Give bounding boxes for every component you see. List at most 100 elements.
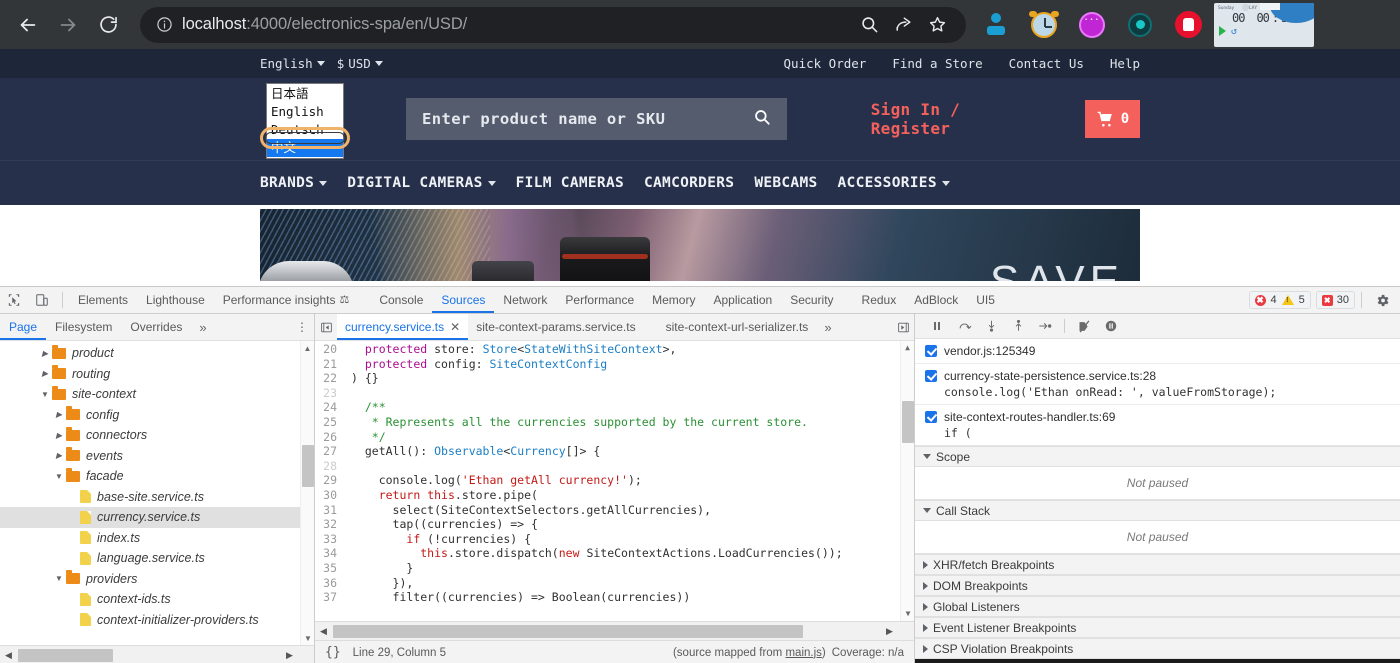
issues-badge[interactable]: ✖ 4 5 (1248, 291, 1311, 309)
tab-network[interactable]: Network (494, 287, 556, 313)
currency-selector[interactable]: $ USD (337, 56, 383, 71)
chevron-right-icon[interactable]: ▶ (52, 410, 66, 419)
line-number[interactable]: 28 (315, 459, 345, 474)
tab-lighthouse[interactable]: Lighthouse (137, 287, 214, 313)
address-bar[interactable]: localhost:4000/electronics-spa/en/USD/ (140, 6, 966, 43)
search-input[interactable]: Enter product name or SKU (406, 98, 787, 140)
breakpoint-item[interactable]: site-context-routes-handler.ts:69 if ( (915, 405, 1400, 445)
source-map-link[interactable]: main.js (785, 647, 821, 659)
editor-tab-currency-service[interactable]: currency.service.ts ✕ (337, 314, 469, 340)
chevron-down-icon[interactable]: ▼ (52, 472, 66, 481)
line-number[interactable]: 22 (315, 371, 345, 386)
chevron-right-icon[interactable]: ▶ (52, 451, 66, 460)
play-icon[interactable] (1219, 26, 1226, 36)
line-number[interactable]: 30 (315, 488, 345, 503)
line-number[interactable]: 25 (315, 415, 345, 430)
widget-controls[interactable]: ↺ (1214, 25, 1314, 38)
chevron-right-icon[interactable]: ▶ (38, 369, 52, 378)
pretty-print-icon[interactable]: {} (325, 645, 341, 660)
sign-in-register-link[interactable]: Sign In / Register (871, 100, 1047, 138)
alarm-clock-extension-icon[interactable] (1020, 3, 1068, 47)
line-number[interactable]: 26 (315, 430, 345, 445)
hscroll-right-icon[interactable]: ▶ (881, 626, 898, 637)
tab-performance-insights[interactable]: Performance insights ⚖ (214, 287, 359, 313)
code-view[interactable]: 20 protected store: Store<StateWithSiteC… (315, 341, 914, 621)
debugger-section-header[interactable]: Event Listener Breakpoints (915, 617, 1400, 638)
nav-item-brands[interactable]: BRANDS (260, 175, 328, 191)
editor-more-tabs-icon[interactable]: » (816, 320, 839, 335)
tree-folder-row[interactable]: ▶ connectors (0, 425, 314, 446)
tree-folder-row[interactable]: ▶ routing (0, 364, 314, 385)
navtab-filesystem[interactable]: Filesystem (46, 314, 121, 340)
pause-script-icon[interactable] (925, 314, 949, 338)
tab-application[interactable]: Application (704, 287, 781, 313)
line-number[interactable]: 34 (315, 546, 345, 561)
search-icon[interactable] (852, 10, 886, 40)
loop-icon[interactable]: ↺ (1231, 26, 1237, 37)
language-option-chinese[interactable]: 中文 (267, 139, 343, 157)
gear-icon[interactable] (1368, 287, 1396, 313)
tree-file-row[interactable]: index.ts (0, 528, 314, 549)
debugger-section-header[interactable]: CSP Violation Breakpoints (915, 638, 1400, 659)
tab-performance[interactable]: Performance (556, 287, 643, 313)
language-dropdown-list[interactable]: 日本語 English Deutsch 中文 (266, 83, 344, 159)
scroll-down-icon[interactable]: ▼ (301, 631, 314, 645)
close-icon[interactable]: ✕ (450, 320, 460, 334)
line-number[interactable]: 20 (315, 342, 345, 357)
scroll-thumb[interactable] (302, 445, 314, 487)
stop-hand-extension-icon[interactable] (1164, 3, 1212, 47)
tab-redux[interactable]: Redux (853, 287, 906, 313)
step-icon[interactable] (1033, 314, 1057, 338)
hscroll-left-icon[interactable]: ◀ (315, 626, 332, 637)
editor-tab-prev-icon[interactable] (315, 314, 337, 340)
debugger-section-header[interactable]: Scope (915, 446, 1400, 467)
blocked-badge[interactable]: ✖ 30 (1315, 291, 1355, 309)
editor-tab-next-icon[interactable] (892, 314, 914, 340)
tree-folder-row[interactable]: ▼ site-context (0, 384, 314, 405)
forward-button[interactable] (48, 5, 88, 45)
file-tree-hscrollbar[interactable]: ◀ ▶ (0, 645, 314, 663)
tab-memory[interactable]: Memory (643, 287, 704, 313)
pause-on-exceptions-icon[interactable] (1099, 314, 1123, 338)
chevron-right-icon[interactable]: ▶ (52, 431, 66, 440)
star-icon[interactable] (920, 10, 954, 40)
file-tree-scrollbar[interactable]: ▲ ▼ (300, 341, 314, 645)
link-find-a-store[interactable]: Find a Store (892, 56, 982, 71)
nav-item-webcams[interactable]: WEBCAMS (754, 175, 817, 191)
back-button[interactable] (8, 5, 48, 45)
scroll-thumb[interactable] (902, 401, 914, 443)
navtab-overrides[interactable]: Overrides (121, 314, 191, 340)
language-option-english[interactable]: English (267, 103, 343, 121)
scroll-down-icon[interactable]: ▼ (901, 607, 914, 621)
scroll-up-icon[interactable]: ▲ (301, 341, 314, 355)
navigator-more-tabs-icon[interactable]: » (191, 320, 214, 335)
tab-console[interactable]: Console (370, 287, 432, 313)
timer-widget[interactable]: Sunday PLAY WRKR MIN 00 00 : 30 : ↺ (1214, 2, 1314, 47)
editor-vscrollbar[interactable]: ▲ ▼ (900, 341, 914, 621)
tab-adblock[interactable]: AdBlock (905, 287, 967, 313)
link-quick-order[interactable]: Quick Order (784, 56, 867, 71)
line-number[interactable]: 36 (315, 576, 345, 591)
debugger-section-header[interactable]: XHR/fetch Breakpoints (915, 554, 1400, 575)
line-number[interactable]: 33 (315, 532, 345, 547)
tree-folder-row[interactable]: ▼ providers (0, 569, 314, 590)
tab-elements[interactable]: Elements (69, 287, 137, 313)
tree-file-row[interactable]: currency.service.ts (0, 507, 314, 528)
tree-file-row[interactable]: context-ids.ts (0, 589, 314, 610)
breakpoint-checkbox[interactable] (925, 345, 937, 357)
language-option-japanese[interactable]: 日本語 (267, 85, 343, 103)
tree-folder-row[interactable]: ▶ config (0, 405, 314, 426)
step-into-icon[interactable] (979, 314, 1003, 338)
debugger-section-header[interactable]: DOM Breakpoints (915, 575, 1400, 596)
pin-extension-icon[interactable] (972, 3, 1020, 47)
nav-item-digital-cameras[interactable]: DIGITAL CAMERAS (347, 175, 496, 191)
teal-eye-extension-icon[interactable] (1116, 3, 1164, 47)
tab-sources[interactable]: Sources (432, 287, 494, 313)
search-icon[interactable] (753, 108, 771, 131)
tree-folder-row[interactable]: ▶ product (0, 343, 314, 364)
editor-tab-site-context-url-serializer[interactable]: site-context-url-serializer.ts (658, 314, 817, 340)
editor-hscrollbar[interactable]: ◀ ▶ (315, 621, 914, 640)
deactivate-breakpoints-icon[interactable] (1072, 314, 1096, 338)
debugger-section-header[interactable]: Call Stack (915, 500, 1400, 521)
nav-item-accessories[interactable]: ACCESSORIES (838, 175, 950, 191)
